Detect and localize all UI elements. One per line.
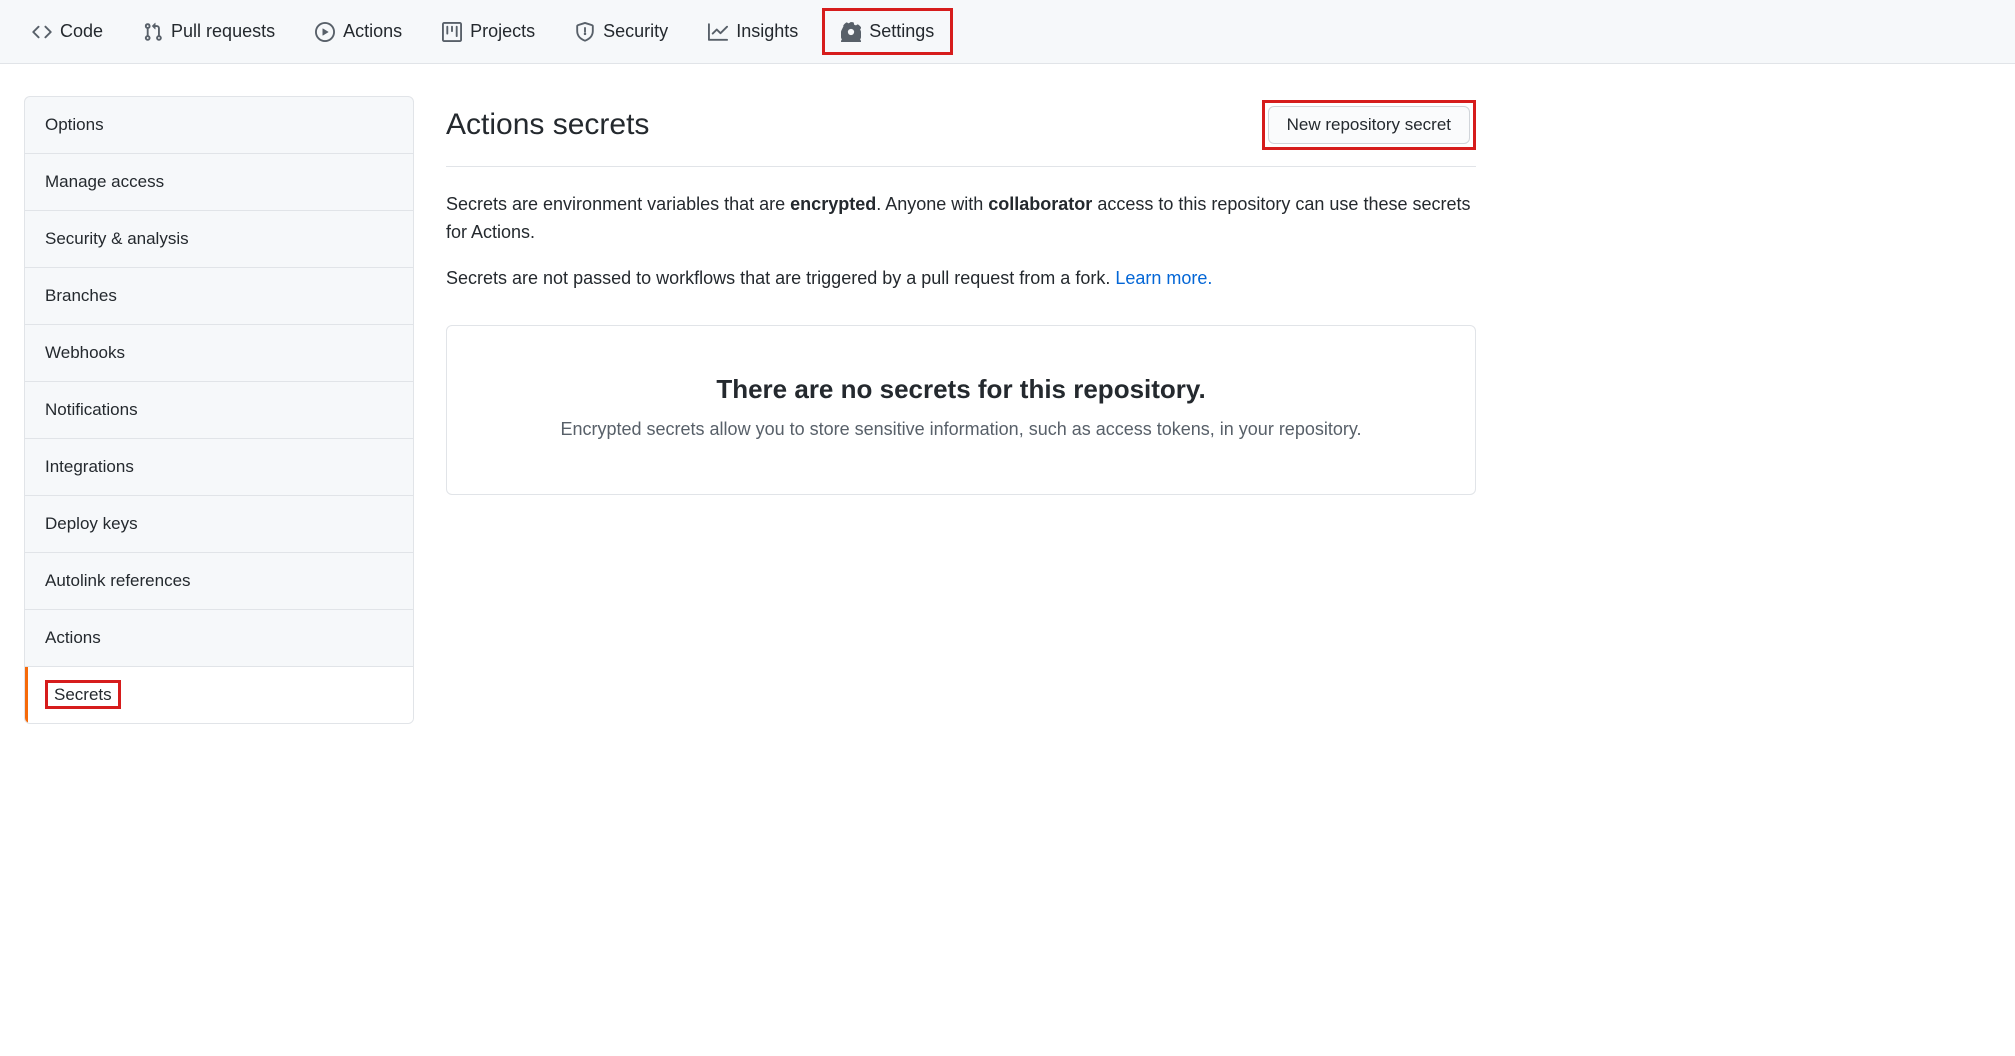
sidebar-item-label: Options — [45, 115, 104, 134]
sidebar-item-options[interactable]: Options — [25, 97, 413, 154]
sidebar-item-autolink[interactable]: Autolink references — [25, 553, 413, 610]
sidebar-item-security-analysis[interactable]: Security & analysis — [25, 211, 413, 268]
tab-settings[interactable]: Settings — [822, 8, 953, 55]
tab-actions[interactable]: Actions — [299, 11, 418, 52]
sidebar-menu: Options Manage access Security & analysi… — [24, 96, 414, 724]
sidebar-item-webhooks[interactable]: Webhooks — [25, 325, 413, 382]
sidebar-item-label: Notifications — [45, 400, 138, 419]
sidebar-item-actions[interactable]: Actions — [25, 610, 413, 667]
settings-main: Actions secrets New repository secret Se… — [446, 96, 1476, 724]
sidebar-item-integrations[interactable]: Integrations — [25, 439, 413, 496]
git-pull-request-icon — [143, 22, 163, 42]
sidebar-item-label: Webhooks — [45, 343, 125, 362]
sidebar-item-label: Secrets — [45, 680, 121, 709]
sidebar-item-deploy-keys[interactable]: Deploy keys — [25, 496, 413, 553]
tab-insights-label: Insights — [736, 19, 798, 44]
new-secret-highlight: New repository secret — [1262, 100, 1476, 150]
sidebar-item-label: Security & analysis — [45, 229, 189, 248]
sidebar-item-label: Integrations — [45, 457, 134, 476]
settings-sidebar: Options Manage access Security & analysi… — [24, 96, 414, 724]
tab-projects[interactable]: Projects — [426, 11, 551, 52]
tab-security[interactable]: Security — [559, 11, 684, 52]
learn-more-link[interactable]: Learn more. — [1115, 268, 1212, 288]
sidebar-item-label: Manage access — [45, 172, 164, 191]
shield-icon — [575, 22, 595, 42]
gear-icon — [841, 22, 861, 42]
settings-container: Options Manage access Security & analysi… — [0, 64, 1500, 756]
project-icon — [442, 22, 462, 42]
graph-icon — [708, 22, 728, 42]
tab-actions-label: Actions — [343, 19, 402, 44]
tab-pulls-label: Pull requests — [171, 19, 275, 44]
sidebar-item-label: Actions — [45, 628, 101, 647]
empty-state: There are no secrets for this repository… — [446, 325, 1476, 495]
page-header: Actions secrets New repository secret — [446, 100, 1476, 167]
sidebar-item-notifications[interactable]: Notifications — [25, 382, 413, 439]
tab-insights[interactable]: Insights — [692, 11, 814, 52]
new-repository-secret-button[interactable]: New repository secret — [1268, 106, 1470, 144]
sidebar-item-branches[interactable]: Branches — [25, 268, 413, 325]
sidebar-item-label: Deploy keys — [45, 514, 138, 533]
tab-code-label: Code — [60, 19, 103, 44]
tab-code[interactable]: Code — [16, 11, 119, 52]
sidebar-item-label: Branches — [45, 286, 117, 305]
play-circle-icon — [315, 22, 335, 42]
sidebar-item-manage-access[interactable]: Manage access — [25, 154, 413, 211]
secrets-description-2: Secrets are not passed to workflows that… — [446, 265, 1476, 293]
empty-state-title: There are no secrets for this repository… — [471, 374, 1451, 405]
page-title: Actions secrets — [446, 108, 649, 142]
sidebar-item-secrets[interactable]: Secrets — [25, 667, 413, 723]
tab-pull-requests[interactable]: Pull requests — [127, 11, 291, 52]
tab-projects-label: Projects — [470, 19, 535, 44]
empty-state-subtitle: Encrypted secrets allow you to store sen… — [471, 419, 1451, 440]
code-icon — [32, 22, 52, 42]
tab-security-label: Security — [603, 19, 668, 44]
tab-settings-label: Settings — [869, 19, 934, 44]
secrets-description-1: Secrets are environment variables that a… — [446, 191, 1476, 247]
repo-topnav: Code Pull requests Actions Projects Secu… — [0, 0, 2015, 64]
sidebar-item-label: Autolink references — [45, 571, 191, 590]
